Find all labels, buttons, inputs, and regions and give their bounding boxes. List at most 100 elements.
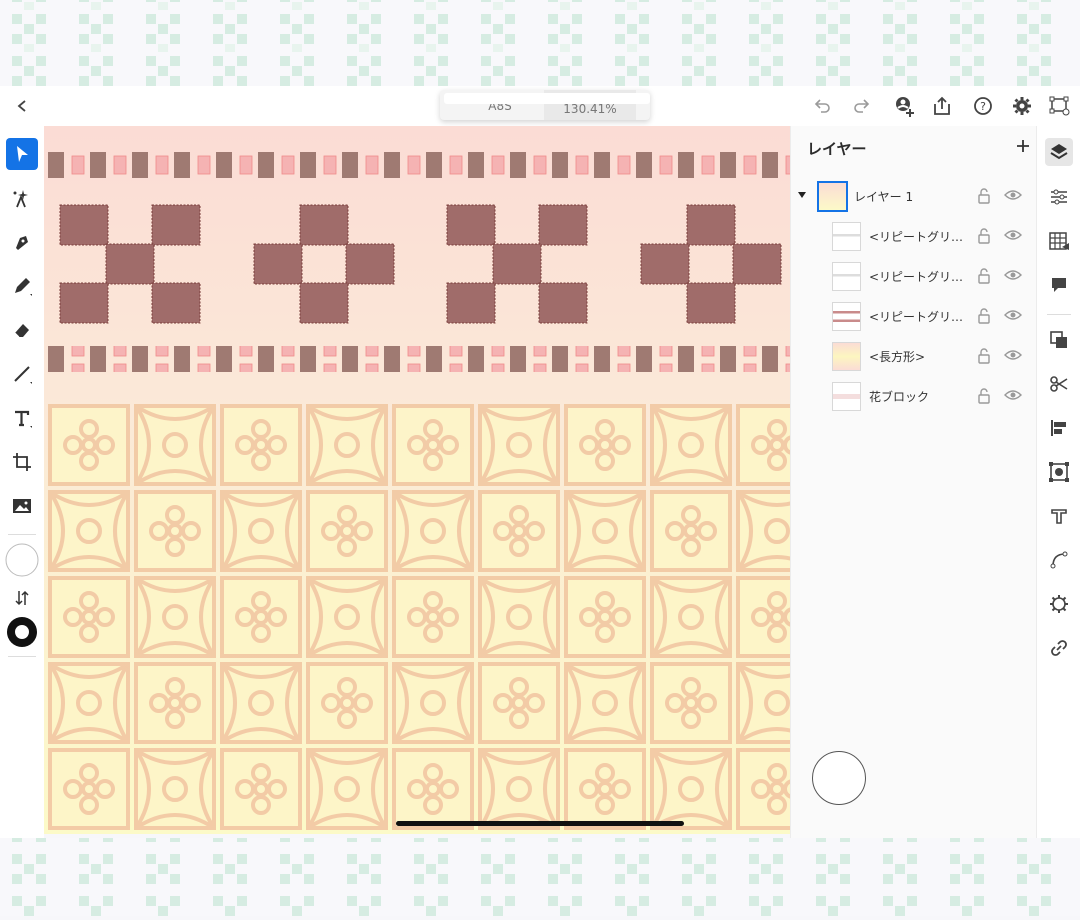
unlock-icon[interactable] xyxy=(977,228,991,244)
layer-name: レイヤー 1 xyxy=(854,190,914,204)
stroke-color-swatch[interactable] xyxy=(4,614,40,650)
artboard-canvas[interactable] xyxy=(44,126,790,834)
selection-tool[interactable] xyxy=(6,138,38,170)
visibility-eye-icon[interactable] xyxy=(1004,229,1022,241)
cut-button[interactable] xyxy=(1045,370,1073,398)
tool-divider xyxy=(8,534,36,535)
decorative-pattern-bottom xyxy=(0,838,1080,916)
grid-button[interactable] xyxy=(1045,227,1073,255)
help-button[interactable]: ? xyxy=(971,94,995,118)
direct-select-sparkle-icon xyxy=(13,190,28,208)
direct-selection-tool[interactable] xyxy=(6,182,38,214)
properties-sliders-icon xyxy=(1051,189,1067,205)
settings-button[interactable] xyxy=(1010,94,1034,118)
layer-row[interactable]: <リピートグリ… xyxy=(791,256,1036,296)
top-app-bar: A8S 130.41% ? xyxy=(0,86,1080,127)
path-curve-icon xyxy=(1050,551,1068,569)
text-tool[interactable] xyxy=(6,402,38,434)
type-t-icon xyxy=(1051,509,1067,524)
layers-panel-button[interactable] xyxy=(1045,138,1073,166)
checker-pattern-bottom xyxy=(0,838,1080,916)
swap-colors-icon xyxy=(15,590,29,606)
undo-icon xyxy=(814,99,830,113)
line-icon xyxy=(14,366,32,384)
svg-text:?: ? xyxy=(980,100,986,113)
symbol-button[interactable] xyxy=(1045,458,1073,486)
rail-divider xyxy=(1047,314,1071,315)
path-button[interactable] xyxy=(1045,546,1073,574)
document-info-pill[interactable]: A8S 130.41% xyxy=(440,90,650,120)
eraser-tool[interactable] xyxy=(6,314,38,346)
unlock-icon[interactable] xyxy=(977,188,991,204)
redo-button[interactable] xyxy=(850,94,874,118)
layer-thumbnail xyxy=(832,302,861,331)
pencil-tool[interactable] xyxy=(6,270,38,302)
crop-transform-icon xyxy=(13,453,31,471)
invite-person-icon xyxy=(896,97,914,117)
arrange-button[interactable] xyxy=(1045,326,1073,354)
link-button[interactable] xyxy=(1045,634,1073,662)
layer-row-parent[interactable]: レイヤー 1 xyxy=(791,176,1036,216)
home-indicator-bar xyxy=(396,821,684,826)
gear-shape-icon xyxy=(1050,595,1068,613)
unlock-icon[interactable] xyxy=(977,388,991,404)
preview-button[interactable] xyxy=(1048,94,1072,118)
visibility-eye-icon[interactable] xyxy=(1004,269,1022,281)
layers-panel-title: レイヤー xyxy=(807,140,867,158)
invite-button[interactable] xyxy=(892,94,916,118)
checker-pattern-top xyxy=(0,0,1080,86)
component-button[interactable] xyxy=(1045,590,1073,618)
text-tool-icon xyxy=(15,410,32,428)
layer-row[interactable]: 花ブロック xyxy=(791,376,1036,416)
properties-button[interactable] xyxy=(1045,183,1073,211)
layer-thumbnail xyxy=(832,222,861,251)
right-panel-rail xyxy=(1036,126,1080,838)
visibility-eye-icon[interactable] xyxy=(1004,349,1022,361)
stroke-swatch-icon xyxy=(7,617,37,647)
layers-stack-icon xyxy=(1050,144,1068,160)
redo-icon xyxy=(854,99,870,113)
fill-color-swatch[interactable] xyxy=(4,542,40,578)
unlock-icon[interactable] xyxy=(977,348,991,364)
visibility-eye-icon[interactable] xyxy=(1004,309,1022,321)
type-button[interactable] xyxy=(1045,502,1073,530)
layer-row[interactable]: <リピートグリ… xyxy=(791,216,1036,256)
crop-tool[interactable] xyxy=(6,446,38,478)
align-button[interactable] xyxy=(1045,414,1073,442)
image-tool[interactable] xyxy=(6,490,38,522)
align-left-icon xyxy=(1051,420,1066,436)
layer-name: <リピートグリ… xyxy=(869,310,964,324)
grid-table-icon xyxy=(1049,232,1069,250)
layer-thumbnail xyxy=(817,181,848,212)
undo-button[interactable] xyxy=(810,94,834,118)
share-export-icon xyxy=(934,96,950,115)
visibility-eye-icon[interactable] xyxy=(1004,189,1022,201)
comments-button[interactable] xyxy=(1045,271,1073,299)
comment-bubble-icon xyxy=(1052,278,1066,292)
add-layer-button[interactable] xyxy=(1015,138,1031,158)
back-button[interactable] xyxy=(10,94,34,118)
unlock-icon[interactable] xyxy=(977,308,991,324)
tool-divider xyxy=(8,656,36,657)
layer-row[interactable]: <リピートグリ… xyxy=(791,296,1036,336)
pen-tool[interactable] xyxy=(6,226,38,258)
unlock-icon[interactable] xyxy=(977,268,991,284)
layer-row[interactable]: <長方形> xyxy=(791,336,1036,376)
scissors-icon xyxy=(1050,376,1068,392)
tool-bar xyxy=(0,126,44,838)
decorative-pattern-top xyxy=(0,0,1080,86)
touch-shortcut-button[interactable] xyxy=(812,751,866,805)
help-icon: ? xyxy=(974,97,992,115)
settings-gear-icon xyxy=(1013,97,1031,115)
eraser-icon xyxy=(14,324,29,338)
share-button[interactable] xyxy=(930,94,954,118)
arrange-icon xyxy=(1050,331,1067,348)
layer-thumbnail xyxy=(832,342,861,371)
visibility-eye-icon[interactable] xyxy=(1004,389,1022,401)
preview-selection-icon xyxy=(1049,96,1070,116)
expand-triangle-icon[interactable] xyxy=(797,191,807,199)
line-tool[interactable] xyxy=(6,358,38,390)
swap-colors-button[interactable] xyxy=(6,582,38,614)
artboard-artwork xyxy=(44,126,790,834)
layer-thumbnail xyxy=(832,262,861,291)
